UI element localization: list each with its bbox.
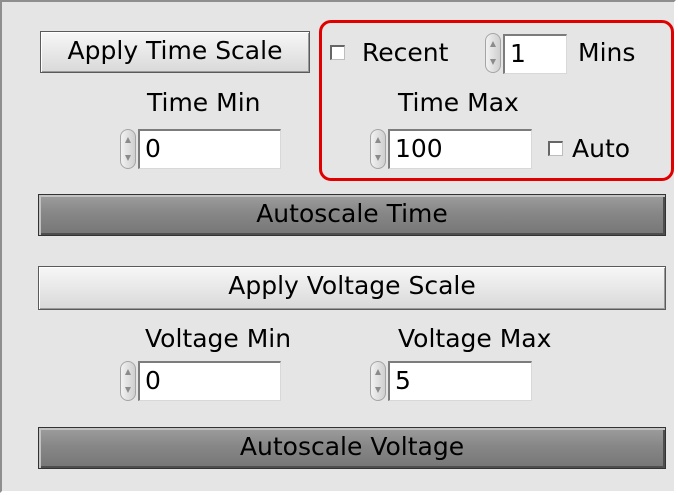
recent-label: Recent [362, 38, 449, 67]
voltage-min-spinner-icon[interactable] [120, 361, 136, 401]
recent-checkbox[interactable] [330, 45, 345, 60]
time-min-spinner-icon[interactable] [120, 129, 136, 169]
time-max-input[interactable]: 100 [388, 129, 532, 169]
voltage-max-input[interactable]: 5 [388, 361, 532, 401]
decrement-arrow-icon[interactable] [375, 155, 381, 161]
decrement-arrow-icon[interactable] [490, 59, 496, 65]
voltage-max-label: Voltage Max [398, 324, 552, 353]
time-min-input[interactable]: 0 [138, 129, 281, 169]
autoscale-time-button[interactable]: Autoscale Time [38, 194, 666, 236]
decrement-arrow-icon[interactable] [125, 387, 131, 393]
apply-voltage-scale-button[interactable]: Apply Voltage Scale [38, 266, 666, 310]
time-max-spinner-icon[interactable] [370, 129, 386, 169]
decrement-arrow-icon[interactable] [375, 387, 381, 393]
recent-mins-unit-label: Mins [578, 38, 636, 67]
voltage-min-input[interactable]: 0 [138, 361, 281, 401]
voltage-min-label: Voltage Min [145, 324, 292, 353]
increment-arrow-icon[interactable] [490, 41, 496, 47]
voltage-max-spinner-icon[interactable] [370, 361, 386, 401]
increment-arrow-icon[interactable] [125, 137, 131, 143]
time-max-label: Time Max [398, 88, 519, 117]
auto-checkbox[interactable] [548, 141, 563, 156]
scale-control-panel [0, 0, 676, 493]
apply-time-scale-button[interactable]: Apply Time Scale [40, 31, 310, 73]
recent-mins-input[interactable]: 1 [503, 34, 567, 74]
increment-arrow-icon[interactable] [375, 137, 381, 143]
increment-arrow-icon[interactable] [375, 369, 381, 375]
decrement-arrow-icon[interactable] [125, 155, 131, 161]
recent-mins-spinner-icon[interactable] [485, 33, 501, 73]
auto-label: Auto [572, 134, 631, 163]
time-min-label: Time Min [147, 88, 261, 117]
autoscale-voltage-button[interactable]: Autoscale Voltage [38, 427, 666, 469]
increment-arrow-icon[interactable] [125, 369, 131, 375]
